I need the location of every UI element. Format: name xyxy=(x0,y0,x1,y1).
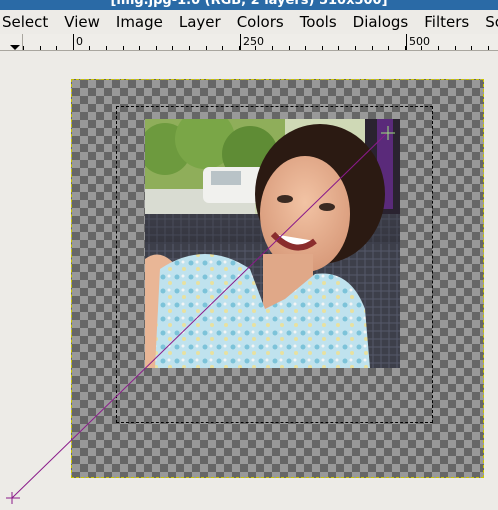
ruler-minor-tick xyxy=(305,46,306,50)
ruler-menu-arrow-icon[interactable] xyxy=(10,45,20,50)
ruler-minor-tick xyxy=(206,46,207,50)
menu-bar: Select View Image Layer Colors Tools Dia… xyxy=(0,10,498,34)
ruler-minor-tick xyxy=(355,46,356,50)
ruler-minor-tick xyxy=(438,46,439,50)
ruler-minor-tick xyxy=(372,46,373,50)
portrait-photo-image xyxy=(145,119,400,368)
ruler-minor-tick xyxy=(56,46,57,50)
menu-tools[interactable]: Tools xyxy=(292,13,345,31)
ruler-minor-tick xyxy=(421,46,422,50)
ruler-minor-tick xyxy=(40,46,41,50)
menu-layer[interactable]: Layer xyxy=(171,13,229,31)
ruler-corner[interactable] xyxy=(0,34,23,50)
ruler-label-500: 500 xyxy=(409,35,430,48)
menu-script-fu-partial[interactable]: Sc xyxy=(477,13,498,31)
ruler-minor-tick xyxy=(73,46,74,50)
ruler-minor-tick xyxy=(289,46,290,50)
ruler-label-250: 250 xyxy=(243,35,264,48)
ruler-major-tick xyxy=(406,34,407,50)
ruler-minor-tick xyxy=(106,46,107,50)
ruler-minor-tick xyxy=(471,46,472,50)
menu-filters[interactable]: Filters xyxy=(416,13,477,31)
portrait-photo[interactable] xyxy=(145,119,400,368)
window-title-bar: [img.jpg-1.0 (RGB, 2 layers) 510x500] xyxy=(0,0,498,10)
menu-dialogs[interactable]: Dialogs xyxy=(345,13,417,31)
ruler-minor-tick xyxy=(455,46,456,50)
ruler-minor-tick xyxy=(272,46,273,50)
ruler-minor-tick xyxy=(322,46,323,50)
menu-view[interactable]: View xyxy=(56,13,108,31)
ruler-minor-tick xyxy=(172,46,173,50)
ruler-minor-tick xyxy=(405,46,406,50)
ruler-minor-tick xyxy=(89,46,90,50)
ruler-minor-tick xyxy=(239,46,240,50)
ruler-minor-tick xyxy=(388,46,389,50)
ruler-minor-tick xyxy=(488,46,489,50)
menu-image[interactable]: Image xyxy=(108,13,171,31)
ruler-minor-tick xyxy=(338,46,339,50)
menu-select[interactable]: Select xyxy=(0,13,56,31)
image-canvas[interactable] xyxy=(0,51,498,510)
ruler-minor-tick xyxy=(123,46,124,50)
window-title: [img.jpg-1.0 (RGB, 2 layers) 510x500] xyxy=(110,0,388,8)
horizontal-ruler[interactable]: 0 250 500 xyxy=(0,34,498,51)
ruler-label-0: 0 xyxy=(76,35,83,48)
ruler-minor-tick xyxy=(23,46,24,50)
ruler-minor-tick xyxy=(156,46,157,50)
ruler-major-tick xyxy=(240,34,241,50)
ruler-minor-tick xyxy=(189,46,190,50)
ruler-minor-tick xyxy=(139,46,140,50)
ruler-minor-tick xyxy=(255,46,256,50)
menu-colors[interactable]: Colors xyxy=(229,13,292,31)
ruler-minor-tick xyxy=(222,46,223,50)
